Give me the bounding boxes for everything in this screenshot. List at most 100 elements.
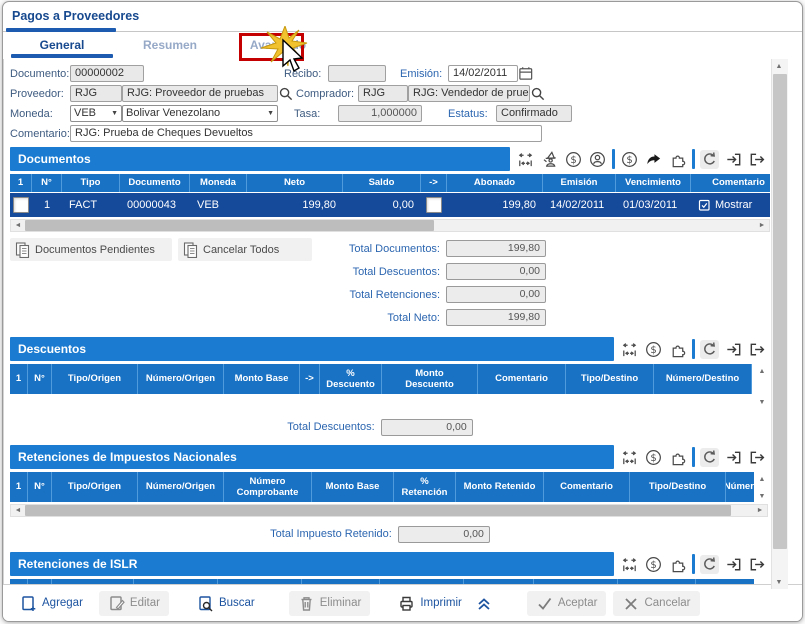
- col-header[interactable]: ->: [300, 364, 320, 394]
- recibo-field[interactable]: [328, 65, 386, 82]
- comprador-name-field[interactable]: RJG: Vendedor de prueba: [408, 85, 530, 102]
- tab-resumen[interactable]: Resumen: [116, 32, 224, 58]
- resize-columns-icon[interactable]: [516, 150, 535, 169]
- col-header[interactable]: 1: [10, 364, 28, 394]
- agregar-button[interactable]: Agregar: [11, 591, 92, 616]
- comprador-search-icon[interactable]: [530, 85, 546, 102]
- dollar-circle-icon[interactable]: [644, 340, 663, 359]
- resize-columns-icon[interactable]: [620, 448, 639, 467]
- refresh-icon[interactable]: [700, 448, 719, 467]
- scroll-up-icon[interactable]: ▲: [772, 59, 786, 73]
- resize-columns-icon[interactable]: [620, 340, 639, 359]
- col-header[interactable]: Tipo/Destino: [566, 364, 654, 394]
- scroll-down-icon[interactable]: ▼: [772, 575, 786, 589]
- estatus-field[interactable]: Confirmado: [496, 105, 572, 122]
- imprimir-button[interactable]: Imprimir: [389, 591, 471, 616]
- col-header[interactable]: Número/Origen: [138, 472, 224, 502]
- proveedor-name-field[interactable]: RJG: Proveedor de pruebas: [122, 85, 278, 102]
- export-icon[interactable]: [748, 555, 767, 574]
- col-header[interactable]: Monto Base: [224, 364, 300, 394]
- collapse-toolbar-icon[interactable]: [475, 595, 493, 612]
- col-header[interactable]: Comentario: [691, 174, 770, 192]
- col-header[interactable]: Número Comprobante: [224, 472, 312, 502]
- window-title-tab[interactable]: Pagos a Proveedores: [12, 9, 139, 23]
- documento-table-row-selected[interactable]: 1 FACT 00000043 VEB 199,80 0,00 199,80 1…: [10, 192, 770, 217]
- col-header[interactable]: Vencimiento: [616, 174, 691, 192]
- cancelar-todos-button[interactable]: Cancelar Todos: [178, 238, 312, 261]
- comentario-field[interactable]: RJG: Prueba de Cheques Devueltos: [70, 125, 542, 142]
- col-header[interactable]: Monto Base: [312, 472, 394, 502]
- scroll-right-icon[interactable]: ►: [755, 220, 769, 231]
- col-header[interactable]: Tipo: [62, 174, 120, 192]
- refresh-icon[interactable]: [700, 555, 719, 574]
- col-header[interactable]: Tipo/Destino: [630, 472, 726, 502]
- forward-arrow-icon[interactable]: [644, 150, 663, 169]
- import-icon[interactable]: [724, 555, 743, 574]
- user-circle-icon[interactable]: [588, 150, 607, 169]
- col-header[interactable]: Número/Origen: [138, 364, 224, 394]
- scroll-thumb[interactable]: [25, 220, 434, 231]
- col-header[interactable]: Emisión: [543, 174, 616, 192]
- scroll-up-icon[interactable]: ▲: [755, 366, 769, 377]
- abonar-checkbox[interactable]: [426, 197, 442, 213]
- import-icon[interactable]: [724, 340, 743, 359]
- scroll-thumb[interactable]: [773, 74, 787, 549]
- col-header[interactable]: 1: [10, 174, 32, 192]
- calendar-icon[interactable]: [518, 65, 534, 82]
- scroll-down-icon[interactable]: ▼: [755, 491, 769, 502]
- col-header[interactable]: ->: [421, 174, 447, 192]
- export-icon[interactable]: [748, 340, 767, 359]
- dollar-circle-icon[interactable]: [564, 150, 583, 169]
- row-select-checkbox[interactable]: [13, 197, 29, 213]
- col-header[interactable]: N°: [28, 364, 52, 394]
- scroll-up-icon[interactable]: ▲: [755, 474, 769, 485]
- export-icon[interactable]: [748, 448, 767, 467]
- comprador-code-field[interactable]: RJG: [358, 85, 408, 102]
- col-header[interactable]: N°: [28, 472, 52, 502]
- scroll-track[interactable]: [25, 505, 753, 516]
- col-header[interactable]: Abonado: [447, 174, 543, 192]
- dollar-circle-icon[interactable]: [620, 150, 639, 169]
- import-icon[interactable]: [724, 150, 743, 169]
- col-header[interactable]: Número/Destino: [654, 364, 752, 394]
- col-header[interactable]: Neto: [247, 174, 343, 192]
- proveedor-code-field[interactable]: RJG: [70, 85, 122, 102]
- scroll-left-icon[interactable]: ◄: [11, 505, 25, 516]
- emision-field[interactable]: 14/02/2011: [448, 65, 518, 82]
- col-header[interactable]: Tipo/Origen: [52, 472, 138, 502]
- col-header[interactable]: Número/Destino: [726, 472, 754, 502]
- proveedor-search-icon[interactable]: [278, 85, 294, 102]
- scroll-down-icon[interactable]: ▼: [755, 397, 769, 408]
- puzzle-icon[interactable]: [668, 340, 687, 359]
- aceptar-button[interactable]: Aceptar: [527, 591, 607, 616]
- documento-field[interactable]: 00000002: [70, 65, 144, 82]
- eliminar-button[interactable]: Eliminar: [289, 591, 371, 616]
- puzzle-icon[interactable]: [668, 448, 687, 467]
- moneda-name-select[interactable]: Bolivar Venezolano▼: [122, 105, 278, 122]
- col-header[interactable]: Comentario: [478, 364, 566, 394]
- col-header[interactable]: Tipo/Origen: [52, 364, 138, 394]
- dollar-circle-icon[interactable]: [644, 555, 663, 574]
- wizard-icon[interactable]: [540, 150, 559, 169]
- scroll-right-icon[interactable]: ►: [753, 505, 767, 516]
- scroll-thumb[interactable]: [25, 505, 731, 516]
- editar-button[interactable]: Editar: [99, 591, 169, 616]
- puzzle-icon[interactable]: [668, 555, 687, 574]
- col-header[interactable]: Monto Retenido: [456, 472, 544, 502]
- puzzle-icon[interactable]: [668, 150, 687, 169]
- moneda-code-select[interactable]: VEB▼: [70, 105, 122, 122]
- scroll-track[interactable]: [25, 220, 755, 231]
- cancelar-button[interactable]: Cancelar: [613, 591, 699, 616]
- col-header[interactable]: N°: [32, 174, 62, 192]
- refresh-icon[interactable]: [700, 150, 719, 169]
- scroll-left-icon[interactable]: ◄: [11, 220, 25, 231]
- resize-columns-icon[interactable]: [620, 555, 639, 574]
- col-header[interactable]: % Descuento: [320, 364, 382, 394]
- col-header[interactable]: % Retención: [394, 472, 456, 502]
- refresh-icon[interactable]: [700, 340, 719, 359]
- export-icon[interactable]: [748, 150, 767, 169]
- col-header[interactable]: Comentario: [544, 472, 630, 502]
- col-header[interactable]: Monto Descuento: [382, 364, 478, 394]
- col-header[interactable]: 1: [10, 472, 28, 502]
- col-header[interactable]: Moneda: [190, 174, 247, 192]
